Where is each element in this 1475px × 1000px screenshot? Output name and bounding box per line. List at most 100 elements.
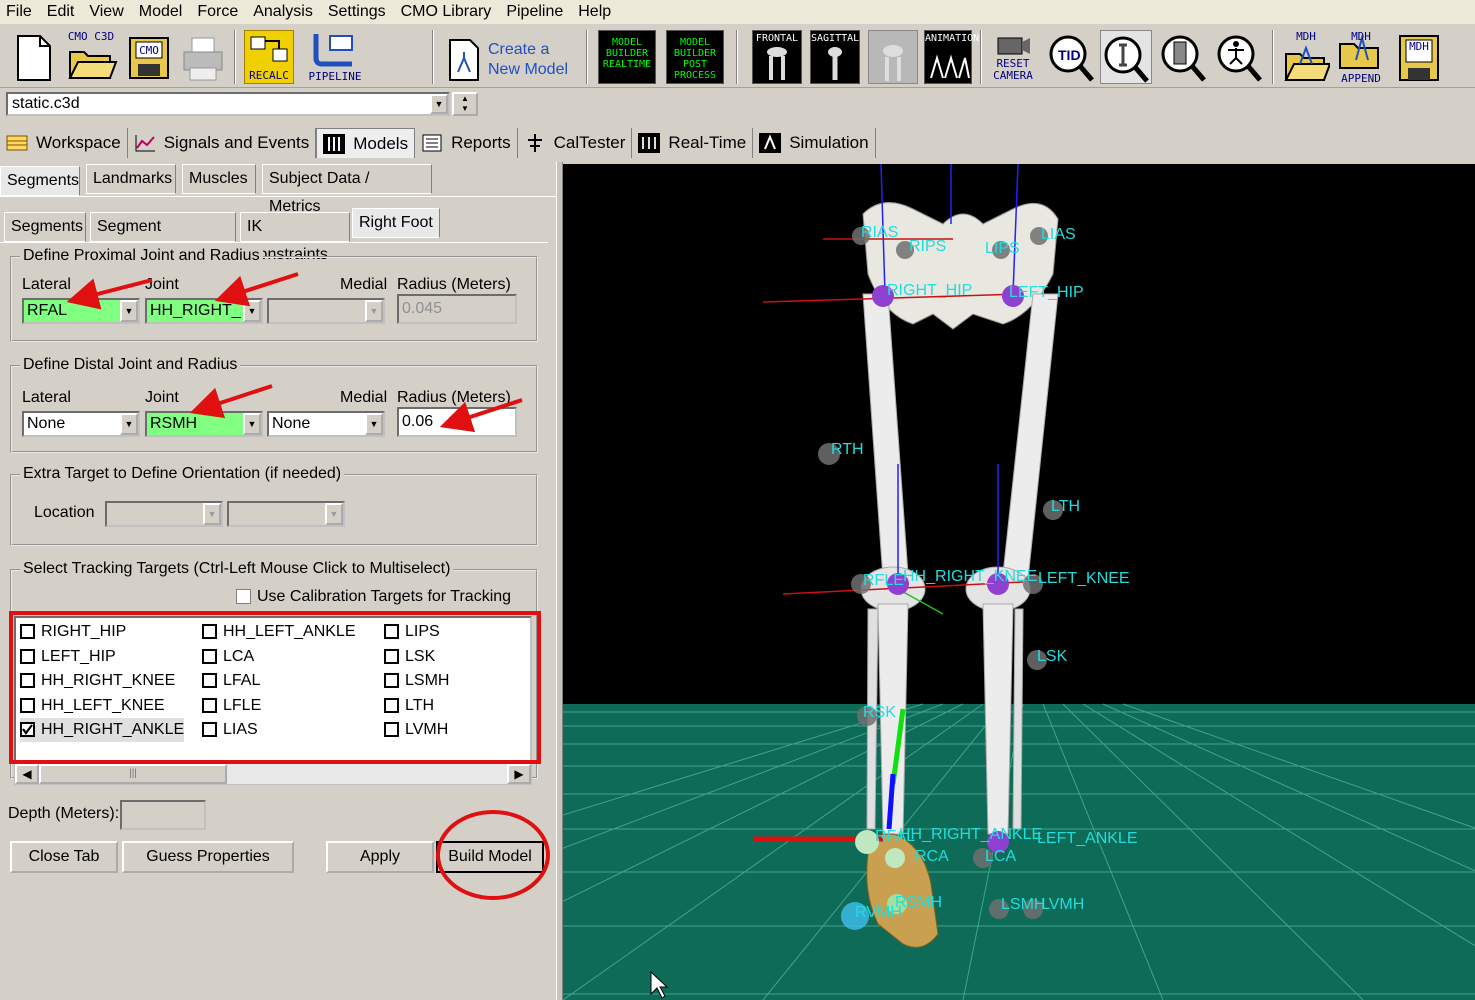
mdh-append-button[interactable]: MDH APPEND	[1336, 30, 1386, 85]
sagittal-view-button[interactable]: SAGITTAL	[810, 30, 860, 84]
main-tab-bar: Workspace Signals and Events Models Repo…	[0, 126, 1475, 160]
tab-caltester[interactable]: CalTester	[518, 128, 633, 158]
skeleton-sagittal-icon	[828, 47, 842, 80]
scroll-right-icon[interactable]: ▶	[507, 764, 531, 784]
mdh-save-button[interactable]: MDH	[1394, 30, 1444, 84]
chevron-down-icon[interactable]: ▼	[325, 503, 343, 525]
caltester-icon	[527, 134, 542, 152]
menu-edit[interactable]: Edit	[41, 1, 84, 23]
guess-properties-button[interactable]: Guess Properties	[122, 841, 294, 873]
red-arrow-proximal-lateral	[66, 278, 153, 310]
tab-caltester-label: CalTester	[553, 133, 626, 152]
printer-icon	[183, 37, 223, 81]
landmark-label: LSMH	[1001, 896, 1046, 913]
menu-analysis[interactable]: Analysis	[247, 1, 322, 23]
file-spinner[interactable]: ▲ ▼	[452, 92, 478, 116]
depth-label: Depth (Meters):	[8, 805, 120, 822]
scroll-thumb[interactable]: |||	[39, 764, 227, 784]
3d-viewport[interactable]: RIAS RIPS LIPS LIAS RIGHT_HIP LEFT_HIP R…	[563, 164, 1475, 1000]
toolbar-separator	[980, 30, 982, 84]
chevron-down-icon[interactable]: ▼	[203, 503, 221, 525]
toolbar-separator	[586, 30, 588, 84]
save-disk-icon	[129, 37, 169, 79]
recalc-label: RECALC	[249, 69, 289, 82]
location-select-2[interactable]: ▼	[227, 501, 345, 527]
landmark-label: LEFT_ANKLE	[1037, 830, 1138, 847]
toolbar: CMO C3D CMO RECALC PIPELINE Create a New…	[0, 24, 1475, 88]
landmark-label: RCA	[915, 848, 949, 865]
tab-signals-and-events[interactable]: Signals and Events	[128, 128, 317, 158]
tab-reports[interactable]: Reports	[415, 128, 518, 158]
simulation-icon	[759, 133, 782, 153]
tracking-list-scrollbar[interactable]: ◀ ||| ▶	[14, 763, 532, 785]
zoom-bone-button[interactable]	[1100, 30, 1152, 84]
landmark-label: RIPS	[909, 238, 947, 255]
model-builder-post-process-button[interactable]: MODEL BUILDER POST PROCESS	[666, 30, 724, 84]
menu-bar: File Edit View Model Force Analysis Sett…	[0, 0, 1475, 24]
save-cmo-button[interactable]: CMO	[126, 30, 172, 84]
menu-cmo-library[interactable]: CMO Library	[395, 1, 501, 23]
menu-pipeline[interactable]: Pipeline	[500, 1, 572, 23]
mdh-open-button[interactable]: MDH	[1282, 30, 1332, 84]
landmark-label: LIAS	[1041, 226, 1076, 243]
landmark-label: RFLE	[863, 572, 904, 589]
menu-view[interactable]: View	[83, 1, 132, 23]
scroll-left-icon[interactable]: ◀	[15, 764, 39, 784]
landmark-label: LEFT_KNEE	[1038, 570, 1130, 587]
menu-file[interactable]: File	[0, 1, 41, 23]
apply-button[interactable]: Apply	[326, 841, 434, 873]
new-file-button[interactable]	[10, 30, 56, 84]
depth-input[interactable]	[120, 800, 206, 830]
segment-magnifier-icon	[1161, 35, 1206, 82]
pipeline-button[interactable]: PIPELINE	[308, 30, 362, 84]
pipeline-icon	[313, 34, 353, 67]
tab-simulation[interactable]: Simulation	[753, 128, 876, 158]
pipeline-label: PIPELINE	[308, 70, 362, 83]
checkbox-icon[interactable]	[236, 589, 251, 605]
menu-help[interactable]: Help	[572, 1, 620, 23]
tab-real-time[interactable]: Real-Time	[632, 128, 754, 158]
models-skeleton-icon	[323, 133, 346, 154]
spin-up-icon[interactable]: ▲	[454, 94, 476, 104]
workspace-icon	[6, 135, 28, 151]
annotation-highlight-box	[9, 611, 541, 764]
open-cmo-c3d-button[interactable]: CMO C3D	[64, 30, 118, 84]
animation-button[interactable]: ANIMATION	[924, 30, 979, 84]
mdh-label: MDH	[1351, 30, 1371, 43]
file-selector[interactable]: static.c3d ▼	[6, 92, 450, 116]
rca-marker	[885, 848, 905, 868]
transverse-view-button[interactable]	[868, 30, 918, 84]
recalc-icon	[250, 36, 288, 62]
landmark-label: RIAS	[861, 224, 899, 241]
menu-settings[interactable]: Settings	[322, 1, 395, 23]
zoom-person-button[interactable]	[1214, 30, 1264, 84]
create-new-model-button[interactable]: Create a New Model	[444, 30, 574, 84]
close-tab-button[interactable]: Close Tab	[10, 841, 118, 873]
landmark-label: LTH	[1051, 498, 1081, 515]
location-select-1[interactable]: ▼	[105, 501, 223, 527]
menu-force[interactable]: Force	[191, 1, 247, 23]
frontal-view-button[interactable]: FRONTAL	[752, 30, 802, 84]
landmark-label: LVMH	[1041, 896, 1085, 913]
panel-splitter[interactable]	[556, 162, 563, 1000]
landmark-label: LIPS	[985, 240, 1020, 257]
landmark-label: LCA	[985, 848, 1017, 865]
menu-model[interactable]: Model	[133, 1, 192, 23]
reset-camera-button[interactable]: RESET CAMERA	[988, 30, 1038, 84]
print-button[interactable]	[180, 30, 226, 84]
annotation-arrows	[66, 272, 523, 433]
chevron-down-icon[interactable]: ▼	[430, 94, 448, 114]
tid-zoom-button[interactable]: TID	[1046, 30, 1096, 84]
model-builder-realtime-button[interactable]: MODEL BUILDER REALTIME	[598, 30, 656, 84]
use-calibration-targets-checkbox[interactable]: Use Calibration Targets for Tracking	[236, 585, 511, 609]
landmark-label: RSMH	[895, 894, 943, 911]
recalc-button[interactable]: RECALC	[244, 30, 294, 84]
cmo-label: CMO	[139, 44, 159, 57]
tab-workspace[interactable]: Workspace	[0, 128, 128, 158]
toolbar-separator	[736, 30, 738, 84]
landmark-label: RSK	[863, 704, 896, 721]
zoom-segment-button[interactable]	[1158, 30, 1208, 84]
mb-realtime-label: MODEL BUILDER REALTIME	[602, 37, 652, 70]
spin-down-icon[interactable]: ▼	[454, 104, 476, 114]
tab-models[interactable]: Models	[316, 128, 416, 158]
